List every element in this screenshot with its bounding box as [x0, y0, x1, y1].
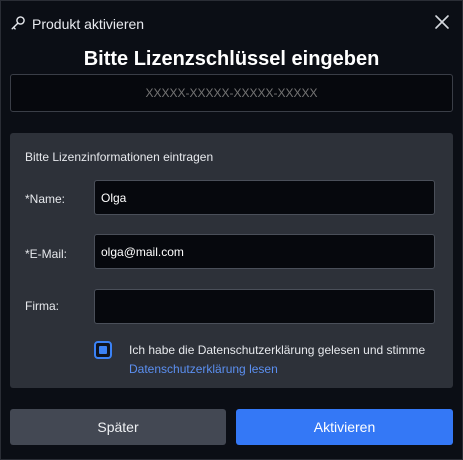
page-title: Bitte Lizenzschlüssel eingeben	[83, 48, 380, 70]
activate-button[interactable]: Aktivieren	[236, 409, 453, 445]
email-input[interactable]	[94, 234, 435, 269]
panel-caption: Bitte Lizenzinformationen eintragen	[25, 150, 214, 164]
email-label: *E-Mail:	[25, 247, 68, 261]
window-title: Produkt aktivieren	[32, 16, 145, 32]
title-bar: Produkt aktivieren	[1, 1, 462, 45]
checkbox-checked-icon	[99, 346, 107, 354]
license-info-panel: Bitte Lizenzinformationen eintragen *Nam…	[10, 133, 453, 388]
close-icon[interactable]	[433, 13, 451, 31]
privacy-policy-link[interactable]: Datenschutzerklärung lesen	[129, 362, 278, 376]
name-input[interactable]	[94, 180, 435, 215]
license-key-input[interactable]	[10, 74, 453, 112]
key-icon	[10, 15, 26, 31]
consent-checkbox[interactable]	[94, 341, 112, 359]
company-label: Firma:	[25, 299, 59, 313]
consent-text: Ich habe die Datenschutzerklärung gelese…	[129, 343, 426, 357]
name-label: *Name:	[25, 192, 66, 206]
company-input[interactable]	[94, 289, 435, 324]
later-button[interactable]: Später	[10, 409, 226, 445]
activation-dialog: Produkt aktivieren Bitte Lizenzschlüssel…	[0, 0, 463, 460]
